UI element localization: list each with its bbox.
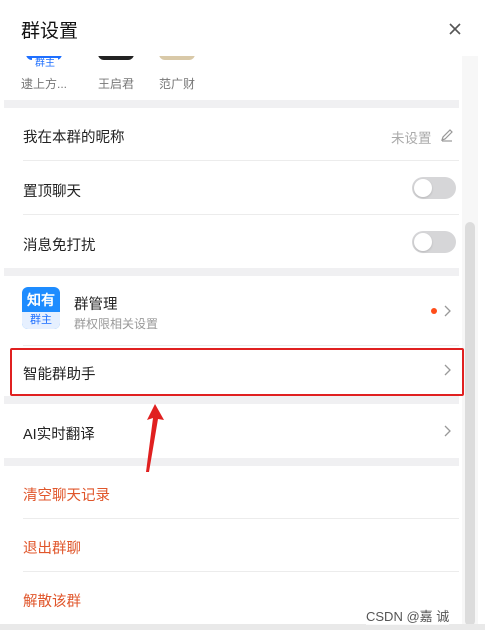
clear-history-row[interactable]: 清空聊天记录 bbox=[4, 466, 459, 518]
toggle-knob bbox=[414, 179, 432, 197]
page-title: 群设置 bbox=[21, 21, 79, 42]
annotation-arrow-icon bbox=[146, 404, 164, 472]
watermark: CSDN @嘉 诚 bbox=[366, 606, 450, 625]
section-separator bbox=[4, 100, 459, 108]
section-separator bbox=[4, 396, 459, 404]
close-icon[interactable] bbox=[444, 18, 466, 40]
chevron-right-icon bbox=[444, 305, 451, 317]
mute-toggle[interactable] bbox=[412, 231, 456, 253]
mute-label: 消息免打扰 bbox=[23, 238, 96, 254]
group-manage-icon: 知有 群主 bbox=[22, 287, 60, 329]
group-manage-title: 群管理 bbox=[74, 297, 118, 313]
icon-text-top: 知有 bbox=[27, 292, 55, 308]
pin-chat-toggle[interactable] bbox=[412, 177, 456, 199]
icon-text-bottom: 群主 bbox=[22, 312, 60, 329]
dissolve-group-button[interactable]: 解散该群 bbox=[23, 590, 81, 611]
clear-history-button[interactable]: 清空聊天记录 bbox=[23, 484, 110, 505]
member-list: 群主 逮上方... 王启君 范广财 bbox=[4, 50, 478, 100]
group-manage-subtitle: 群权限相关设置 bbox=[74, 317, 159, 331]
pin-chat-label: 置顶聊天 bbox=[23, 184, 81, 200]
scrollbar-thumb[interactable] bbox=[465, 222, 475, 626]
chevron-right-icon bbox=[444, 425, 451, 437]
panel-header: 群设置 bbox=[4, 0, 478, 56]
ai-translate-row[interactable]: AI实时翻译 bbox=[4, 404, 459, 458]
highlight-box bbox=[10, 348, 464, 396]
nickname-value: 未设置 bbox=[391, 131, 432, 146]
group-manage-row[interactable] bbox=[4, 276, 459, 345]
member-name: 王启君 bbox=[97, 77, 134, 91]
edit-icon[interactable] bbox=[440, 128, 454, 142]
member-name: 范广财 bbox=[158, 77, 195, 91]
member-name: 逮上方... bbox=[20, 77, 67, 91]
toggle-knob bbox=[414, 233, 432, 251]
mute-row: 消息免打扰 bbox=[4, 215, 459, 268]
quit-group-button[interactable]: 退出群聊 bbox=[23, 537, 81, 558]
nickname-label: 我在本群的昵称 bbox=[23, 130, 125, 146]
pin-chat-row: 置顶聊天 bbox=[4, 161, 459, 214]
group-settings-panel: 群主 逮上方... 王启君 范广财 我在本群的昵称 未设置 置顶聊天 消息免打扰 bbox=[4, 0, 478, 630]
section-separator bbox=[4, 458, 459, 466]
nickname-row[interactable]: 我在本群的昵称 未设置 bbox=[4, 108, 459, 160]
quit-group-row[interactable]: 退出群聊 bbox=[4, 519, 459, 571]
notification-dot bbox=[431, 308, 437, 314]
owner-badge: 群主 bbox=[32, 58, 58, 70]
ai-translate-label: AI实时翻译 bbox=[23, 427, 95, 443]
section-separator bbox=[4, 268, 459, 276]
